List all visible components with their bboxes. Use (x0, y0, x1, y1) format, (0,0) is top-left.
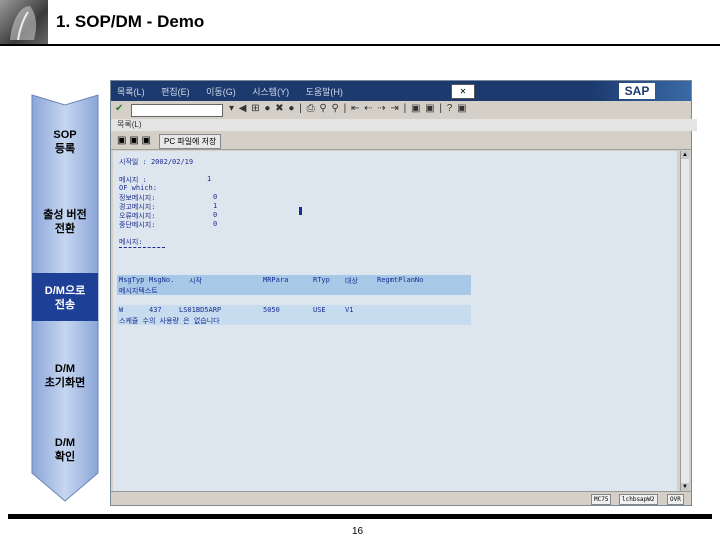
menu-item[interactable]: 이동(G) (206, 87, 236, 97)
command-field[interactable] (131, 104, 223, 117)
screen-title: 목록(L) (111, 119, 697, 131)
step-label: SOP 등록 (53, 129, 77, 155)
cell-target: V1 (345, 306, 354, 314)
log-content: 시작일 : 2002/02/19 메시지 : 1 OF which: 정보메시지… (113, 151, 677, 491)
of-which-label: OF which: (119, 184, 157, 192)
col-msgtyp: MsgTyp (119, 276, 145, 284)
step-sop-register: SOP 등록 (30, 128, 100, 156)
sap-window: 목록(L) 편집(E) 이동(G) 시스템(Y) 도움말(H) ✕ SAP ✔ … (110, 80, 697, 506)
start-date: 시작일 : 2002/02/19 (119, 158, 194, 166)
col-rtyp: RTyp (313, 276, 330, 284)
menu-bar: 목록(L) 편집(E) 이동(G) 시스템(Y) 도움말(H) ✕ SAP (111, 81, 691, 101)
sap-logo: SAP (619, 83, 655, 99)
abort-count: 0 (213, 220, 218, 228)
col-message-text: 메시지텍스트 (119, 287, 158, 295)
toolbar-icons[interactable]: ▾ ◀ ⊞ ● ✖ ● | ⎙ ⚲ ⚲ | ⇤ ⇠ ⇢ ⇥ | ▣ ▣ | ? … (229, 103, 468, 114)
cell-msgno: 437 (149, 306, 162, 314)
save-to-pc-button[interactable]: PC 파일에 저장 (159, 134, 222, 149)
status-mode: OVR (667, 494, 684, 505)
col-reqmtplanno: RegmtPlanNo (377, 276, 424, 284)
menu-item[interactable]: 편집(E) (161, 87, 190, 97)
col-mrpara: MRPara (263, 276, 289, 284)
menu-item[interactable]: 목록(L) (117, 87, 145, 97)
error-count: 0 (213, 211, 218, 219)
step-transfer-dm: D/M으로 전송 (30, 284, 100, 312)
status-server: lchbsapW2 (619, 494, 658, 505)
table-row[interactable] (117, 305, 471, 315)
slide-title: 1. SOP/DM - Demo (56, 12, 205, 31)
scroll-down-icon[interactable]: ▼ (681, 483, 689, 491)
col-msgno: MsgNo. (149, 276, 175, 284)
step-label: D/M 확인 (54, 437, 76, 463)
table-subheader-row (117, 285, 471, 295)
app-toolbar-icons[interactable]: ▣ ▣ ▣ (117, 135, 151, 146)
cell-rtyp: USE (313, 306, 326, 314)
menu-items: 목록(L) 편집(E) 이동(G) 시스템(Y) 도움말(H) (117, 85, 357, 98)
title-divider (0, 44, 720, 46)
separator (119, 247, 165, 248)
step-label: 출성 버전 전환 (43, 209, 87, 235)
cell-msgtyp: W (119, 306, 124, 314)
step-dm-initial: D/M 초기화면 (30, 362, 100, 390)
footer-divider (8, 514, 712, 519)
step-dm-confirm: D/M 확인 (30, 436, 100, 464)
cursor-marker (299, 207, 302, 215)
cell-start: LS01BD5ARP (179, 306, 222, 314)
menu-item[interactable]: 도움말(H) (306, 87, 343, 97)
menu-item[interactable]: 시스템(Y) (252, 87, 289, 97)
page-number: 16 (352, 526, 364, 537)
status-system: MC75 (591, 494, 612, 505)
step-label: D/M 초기화면 (44, 363, 86, 389)
vertical-scrollbar[interactable]: ▲ ▼ (680, 151, 689, 491)
cell-mrpara: 5050 (263, 306, 280, 314)
messages-count: 1 (207, 175, 212, 183)
application-toolbar: ▣ ▣ ▣ PC 파일에 저장 (111, 133, 691, 150)
step-label: D/M으로 전송 (44, 285, 86, 311)
message-label: 메시지: (119, 238, 143, 246)
abort-label: 중단메시지: (119, 221, 156, 229)
status-bar: MC75 lchbsapW2 OVR (111, 491, 691, 505)
user-icon[interactable]: ✕ (451, 84, 475, 99)
cell-message-text: 스케쥴 수의 사용량 은 없습니다 (119, 317, 220, 325)
step-version-switch: 출성 버전 전환 (30, 208, 100, 236)
enter-icon[interactable]: ✔ (115, 103, 123, 114)
info-count: 0 (213, 193, 218, 201)
company-logo (0, 0, 48, 46)
scroll-up-icon[interactable]: ▲ (681, 151, 689, 159)
standard-toolbar: ✔ ▾ ◀ ⊞ ● ✖ ● | ⎙ ⚲ ⚲ | ⇤ ⇠ ⇢ ⇥ | ▣ ▣ | … (111, 101, 691, 120)
warning-count: 1 (213, 202, 218, 210)
